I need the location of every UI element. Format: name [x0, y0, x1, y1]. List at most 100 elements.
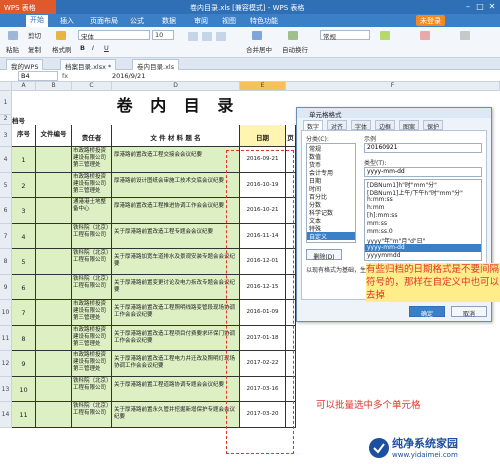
type-format-item[interactable]: h:mm — [365, 204, 481, 212]
cell-title[interactable]: 关于厚港路前置改造工程专题会会议纪要 — [112, 223, 240, 249]
cell-seq[interactable]: 11 — [12, 402, 36, 428]
menu-page-layout[interactable]: 页面布局 — [90, 16, 118, 26]
type-format-item[interactable]: [DBNum1]h"时"mm"分" — [365, 180, 481, 189]
cell-title[interactable]: 关于厚港路前置永久管井挖掘新增保护专题会会议纪要 — [112, 402, 240, 428]
row-header[interactable]: 7 — [0, 223, 12, 249]
column-header-e[interactable]: E — [240, 82, 286, 91]
cell-title[interactable]: 关于厚港路前置改造工程项目付费要求环保门协调工作会会议纪要 — [112, 325, 240, 351]
cell-seq[interactable]: 9 — [12, 351, 36, 377]
paste-icon[interactable] — [8, 31, 18, 40]
category-item[interactable]: 自定义 — [307, 232, 355, 241]
login-button[interactable]: 未登录 — [416, 15, 445, 26]
cell-responsible[interactable]: 市政路桥投资建设有限公司第三管理处 — [72, 325, 112, 351]
cell-seq[interactable]: 7 — [12, 300, 36, 326]
cell-title[interactable]: 关于厚港路前置改造工程电力井迁改及照明灯现场协调工作会会议纪要 — [112, 351, 240, 377]
type-format-item[interactable]: [h]:mm:ss — [365, 212, 481, 220]
category-item[interactable]: 会计专用 — [307, 168, 355, 177]
cell-file-no[interactable] — [36, 402, 72, 428]
corner-select-all[interactable] — [0, 82, 12, 91]
delete-format-button[interactable]: 删除(D) — [306, 249, 342, 261]
row-header[interactable]: 14 — [0, 402, 12, 428]
ok-button[interactable]: 确定 — [409, 306, 445, 318]
cell-seq[interactable]: 4 — [12, 223, 36, 249]
wps-app-button[interactable]: WPS 表格 — [0, 0, 56, 14]
merge-center-button[interactable]: 合并居中 — [246, 44, 272, 54]
type-format-item[interactable]: [DBNum1]上午/下午h"时"mm"分" — [365, 188, 481, 197]
cell-file-no[interactable] — [36, 325, 72, 351]
format-painter-button[interactable]: 格式刷 — [52, 44, 72, 54]
cut-button[interactable]: 剪切 — [28, 30, 41, 40]
sum-icon[interactable] — [460, 31, 470, 40]
type-input[interactable]: yyyy-mm-dd — [364, 167, 482, 177]
cell-title[interactable]: 厚港路前置改造工程推进协调工作会会议纪要 — [112, 198, 240, 224]
cell-file-no[interactable] — [36, 376, 72, 402]
category-item[interactable]: 货币 — [307, 160, 355, 169]
menu-view[interactable]: 视图 — [222, 16, 236, 26]
cell-responsible[interactable]: 市政路桥投资建设有限公司第三管理处 — [72, 351, 112, 377]
fx-icon[interactable]: fx — [62, 72, 68, 80]
tab-pattern[interactable]: 图案 — [399, 120, 420, 131]
bold-button[interactable]: B — [80, 44, 85, 52]
column-header-d[interactable]: D — [112, 82, 240, 91]
cell-responsible[interactable]: 市政路桥投资建设有限公司第三管理处 — [72, 300, 112, 326]
category-list[interactable]: 常规 数值 货币 会计专用 日期 时间 百分比 分数 科学记数 文本 特殊 自定义 — [306, 143, 356, 243]
row-header[interactable]: 12 — [0, 351, 12, 377]
cell-file-no[interactable] — [36, 351, 72, 377]
row-header[interactable]: 13 — [0, 376, 12, 402]
menu-home[interactable]: 开始 — [26, 15, 48, 27]
cell-title[interactable]: 关于厚港路前置工程道路协调专题会会议纪要 — [112, 376, 240, 402]
cell-responsible[interactable]: 铁科院（北京）工程有限公司 — [72, 402, 112, 428]
copy-button[interactable]: 复制 — [28, 44, 41, 54]
cell-file-no[interactable] — [36, 249, 72, 275]
type-format-item[interactable]: yyyy"年"m"月"d"日" — [365, 236, 481, 245]
cell-seq[interactable]: 1 — [12, 147, 36, 173]
tab-archive-catalog[interactable]: 档案目录.xlsx * — [60, 59, 117, 71]
table-style-icon[interactable] — [420, 31, 430, 40]
cell-title[interactable]: 关于厚港路前置变更讨论及电力拆改专题会会议纪要 — [112, 274, 240, 300]
category-item[interactable]: 特殊 — [307, 224, 355, 233]
row-header[interactable]: 4 — [0, 147, 12, 173]
type-format-item[interactable]: yyyymmdd — [365, 252, 481, 260]
name-box[interactable]: B4 — [18, 71, 58, 81]
row-header[interactable]: 9 — [0, 274, 12, 300]
cell-file-no[interactable] — [36, 198, 72, 224]
cell-responsible[interactable]: 铁科院（北京）工程有限公司 — [72, 223, 112, 249]
cell-responsible[interactable]: 铁科院（北京）工程有限公司 — [72, 376, 112, 402]
tab-my-wps[interactable]: 我的WPS — [6, 59, 44, 71]
row-header[interactable]: 10 — [0, 300, 12, 326]
category-item[interactable]: 时间 — [307, 184, 355, 193]
type-format-item[interactable]: mm:ss — [365, 220, 481, 228]
align-left-icon[interactable] — [188, 32, 198, 41]
category-item[interactable]: 分数 — [307, 200, 355, 209]
formula-input[interactable]: 2016/9/21 — [112, 72, 145, 80]
menu-features[interactable]: 特色功能 — [250, 16, 278, 26]
category-item[interactable]: 常规 — [307, 144, 355, 153]
cell-responsible[interactable]: 铁科院（北京）工程有限公司 — [72, 274, 112, 300]
row-header[interactable]: 11 — [0, 325, 12, 351]
italic-button[interactable]: I — [92, 44, 94, 52]
cell-responsible[interactable]: 通港港土地整备中心 — [72, 198, 112, 224]
cell-seq[interactable]: 5 — [12, 249, 36, 275]
minimize-icon[interactable]: – — [462, 2, 474, 12]
format-painter-icon[interactable] — [56, 31, 66, 40]
cell-seq[interactable]: 2 — [12, 172, 36, 198]
row-header[interactable]: 5 — [0, 172, 12, 198]
column-header-b[interactable]: B — [36, 82, 72, 91]
row-header-3[interactable]: 3 — [0, 125, 12, 147]
menu-data[interactable]: 数据 — [162, 16, 176, 26]
paste-button-label[interactable]: 粘贴 — [6, 44, 19, 54]
column-header-f[interactable]: F — [286, 82, 500, 91]
cell-title[interactable]: 厚港路前置改造工程交接会会议纪要 — [112, 147, 240, 173]
category-item[interactable]: 科学记数 — [307, 208, 355, 217]
conditional-format-icon[interactable] — [380, 31, 390, 40]
cell-seq[interactable]: 10 — [12, 376, 36, 402]
cell-file-no[interactable] — [36, 147, 72, 173]
maximize-icon[interactable]: □ — [474, 2, 486, 12]
font-name-select[interactable]: 宋体 — [78, 30, 150, 41]
type-format-item[interactable]: mm:ss.0 — [365, 228, 481, 236]
type-format-item[interactable]: h:mm:ss — [365, 196, 481, 204]
row-header[interactable]: 6 — [0, 198, 12, 224]
cell-responsible[interactable]: 市政路桥投资建设有限公司第三管理处 — [72, 172, 112, 198]
cell-responsible[interactable]: 市政路桥投资建设有限公司第三管理处 — [72, 147, 112, 173]
row-header-1[interactable]: 1 — [0, 91, 12, 115]
